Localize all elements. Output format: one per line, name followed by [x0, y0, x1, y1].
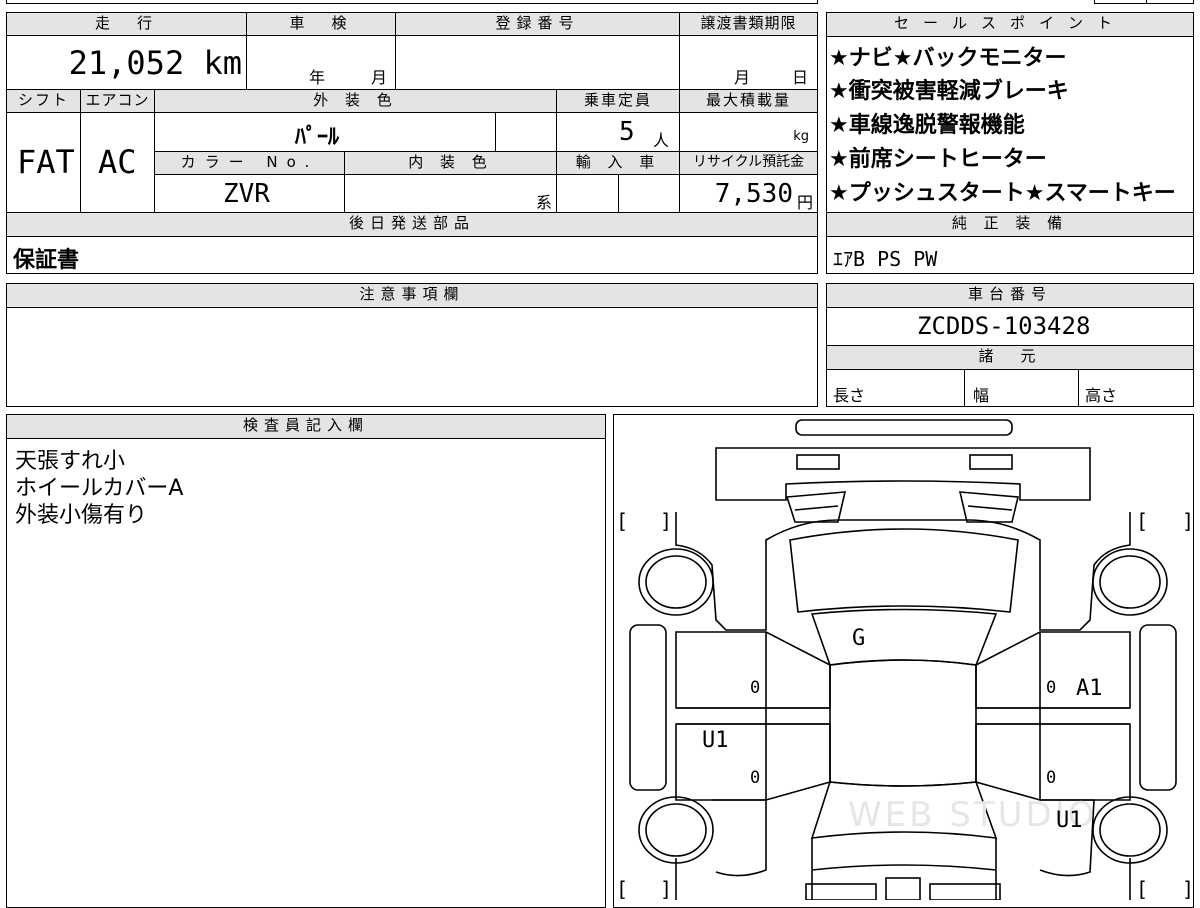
- svg-text:]: ]: [660, 509, 672, 533]
- svg-text:]: ]: [660, 877, 672, 900]
- car-diagram: [ ] [ ] [ ] [ ] WEB STUDIO: [616, 419, 1194, 900]
- mark-hood: G: [852, 626, 866, 651]
- svg-text:[: [: [1136, 877, 1148, 900]
- mark-zero-lf: 0: [750, 678, 761, 698]
- svg-text:]: ]: [1182, 877, 1194, 900]
- mark-zero-rf: 0: [1046, 678, 1057, 698]
- svg-text:[: [: [616, 509, 628, 533]
- svg-text:[: [: [1136, 509, 1148, 533]
- svg-text:]: ]: [1182, 509, 1194, 533]
- mark-left-rear-door: U1: [702, 728, 729, 753]
- mark-right-rear: U1: [1056, 808, 1083, 833]
- svg-text:[: [: [616, 877, 628, 900]
- mark-zero-lr: 0: [750, 768, 761, 788]
- mark-front-right-fender: A1: [1076, 676, 1103, 701]
- mark-zero-rr: 0: [1046, 768, 1057, 788]
